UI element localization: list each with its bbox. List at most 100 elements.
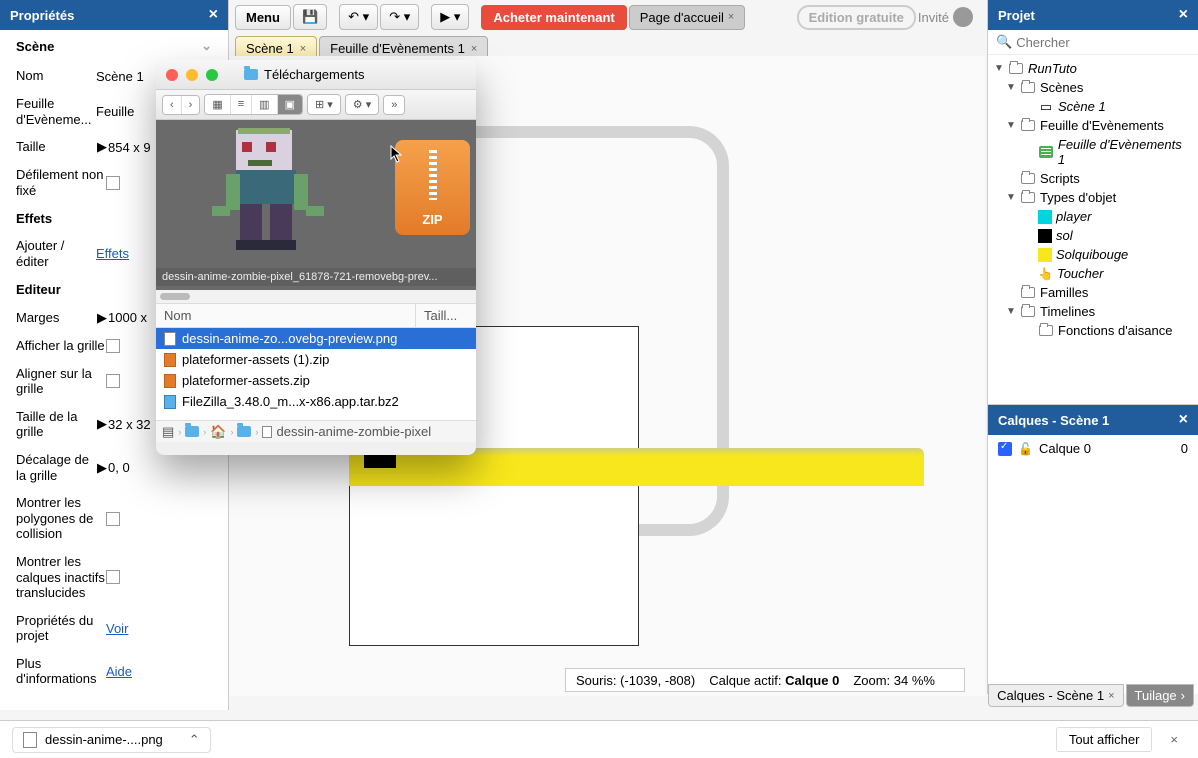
tree-feuille-item[interactable]: Feuille d'Evènements 1 [988,135,1198,169]
tree-feuille-folder[interactable]: ▼Feuille d'Evènements [988,116,1198,135]
view-gallery-button[interactable]: ▣ [278,95,302,114]
btab-tiling[interactable]: Tuilage› [1126,684,1195,707]
view-columns-button[interactable]: ▥ [252,95,277,114]
tree-player[interactable]: player [988,207,1198,226]
tree-types[interactable]: ▼Types d'objet [988,188,1198,207]
col-size[interactable]: Taill... [416,304,476,327]
project-search[interactable]: 🔍 [988,30,1198,55]
tree-scenes[interactable]: ▼Scènes [988,78,1198,97]
search-input[interactable] [1016,35,1192,50]
lock-icon[interactable]: 🔓 [1018,442,1033,456]
play-button[interactable]: ▶ ▾ [431,4,469,30]
tree-toucher[interactable]: 👆Toucher [988,264,1198,283]
close-icon[interactable]: × [728,11,734,23]
group-button[interactable]: ⊞ ▾ [308,95,340,114]
value-decalage[interactable]: 0, 0 [108,460,212,475]
avatar-icon [953,7,973,27]
expand-icon[interactable]: ▶ [96,416,108,432]
object-sol[interactable] [364,454,396,468]
expand-icon[interactable]: ▶ [96,310,108,326]
folder-icon [185,426,199,437]
checkbox-polygones[interactable] [106,512,120,526]
object-solquibouge[interactable] [349,456,924,486]
close-icon[interactable]: × [1179,6,1188,24]
tree-sol[interactable]: sol [988,226,1198,245]
traffic-minimize-icon[interactable] [186,69,198,81]
folder-icon [1021,82,1035,93]
close-icon[interactable]: × [1179,411,1188,429]
finder-path-bar[interactable]: ▤› › 🏠› › dessin-anime-zombie-pixel [156,420,476,442]
close-icon[interactable]: × [1162,728,1186,751]
file-row[interactable]: dessin-anime-zo...ovebg-preview.png [156,328,476,349]
chevron-down-icon: ⌄ [201,38,212,54]
tree-fonctions[interactable]: Fonctions d'aisance [988,321,1198,340]
show-all-button[interactable]: Tout afficher [1056,727,1153,752]
redo-button[interactable]: ↷ ▾ [380,4,419,30]
col-name[interactable]: Nom [156,304,416,327]
close-icon[interactable]: × [471,43,477,55]
close-icon[interactable]: × [209,6,218,24]
play-icon: ▶ [440,9,450,24]
forward-button[interactable]: › [182,96,200,114]
edition-badge[interactable]: Edition gratuite [797,5,916,30]
tree-familles[interactable]: Familles [988,283,1198,302]
link-aide[interactable]: Aide [106,664,132,679]
tree-timelines[interactable]: ▼Timelines [988,302,1198,321]
traffic-close-icon[interactable] [166,69,178,81]
overflow-button[interactable]: » [383,95,405,115]
view-buttons: ▦ ≡ ▥ ▣ [204,94,303,115]
swatch-icon [1038,210,1052,224]
menu-button[interactable]: Menu [235,5,291,30]
close-icon[interactable]: × [1108,690,1114,702]
layers-panel: Calques - Scène 1 × 🔓 Calque 0 0 [987,404,1198,694]
preview-image-zombie[interactable] [166,120,366,265]
view-list-button[interactable]: ≡ [231,95,252,114]
traffic-zoom-icon[interactable] [206,69,218,81]
checkbox-calques-inactifs[interactable] [106,570,120,584]
checkbox-aligner-grille[interactable] [106,374,120,388]
action-button[interactable]: ⚙ ▾ [346,95,378,114]
download-chip[interactable]: dessin-anime-....png ⌃ [12,727,211,753]
swatch-icon [1038,248,1052,262]
tree-scripts[interactable]: Scripts [988,169,1198,188]
preview-image-zip[interactable]: ZIP [395,140,470,235]
section-scene[interactable]: Scène ⌄ [0,30,228,62]
folder-icon [1009,63,1023,74]
expand-icon[interactable]: ▶ [96,460,108,476]
btab-layers[interactable]: Calques - Scène 1× [988,684,1123,707]
file-row[interactable]: plateformer-assets.zip [156,370,476,391]
layer-row-0[interactable]: 🔓 Calque 0 0 [988,435,1198,462]
save-button[interactable]: 💾 [293,4,327,30]
folder-icon [244,69,258,80]
folder-icon [1021,120,1035,131]
close-icon[interactable]: × [300,43,306,55]
group-buttons: ⊞ ▾ [307,94,341,115]
tree-solquibouge[interactable]: Solquibouge [988,245,1198,264]
properties-title: Propriétés [10,8,74,23]
file-row[interactable]: plateformer-assets (1).zip [156,349,476,370]
finder-titlebar[interactable]: Téléchargements [156,60,476,90]
checkbox-defilement[interactable] [106,176,120,190]
view-icon-button[interactable]: ▦ [205,95,230,114]
back-button[interactable]: ‹ [163,96,182,114]
label-defilement: Défilement non fixé [16,167,106,198]
checkbox-afficher-grille[interactable] [106,339,120,353]
undo-button[interactable]: ↶ ▾ [339,4,378,30]
link-effets[interactable]: Effets [96,246,129,261]
label-marges: Marges [16,310,96,326]
preview-scrollbar[interactable] [156,290,476,304]
link-voir[interactable]: Voir [106,621,128,636]
expand-icon[interactable]: ▶ [96,139,108,155]
buy-now-button[interactable]: Acheter maintenant [481,5,626,30]
user-badge[interactable]: Invité [918,7,973,27]
file-icon [164,332,176,346]
finder-window[interactable]: Téléchargements ‹ › ▦ ≡ ▥ ▣ ⊞ ▾ ⚙ ▾ » [156,60,476,455]
file-row[interactable]: FileZilla_3.48.0_m...x-x86.app.tar.bz2 [156,391,476,412]
save-icon: 💾 [302,9,318,24]
label-plus-info: Plus d'informations [16,656,106,687]
tree-scene1[interactable]: ▭Scène 1 [988,97,1198,116]
chevron-up-icon[interactable]: ⌃ [189,732,200,748]
checkbox-visible[interactable] [998,442,1012,456]
tree-root[interactable]: ▼RunTuto [988,59,1198,78]
home-tab[interactable]: Page d'accueil× [629,5,746,30]
